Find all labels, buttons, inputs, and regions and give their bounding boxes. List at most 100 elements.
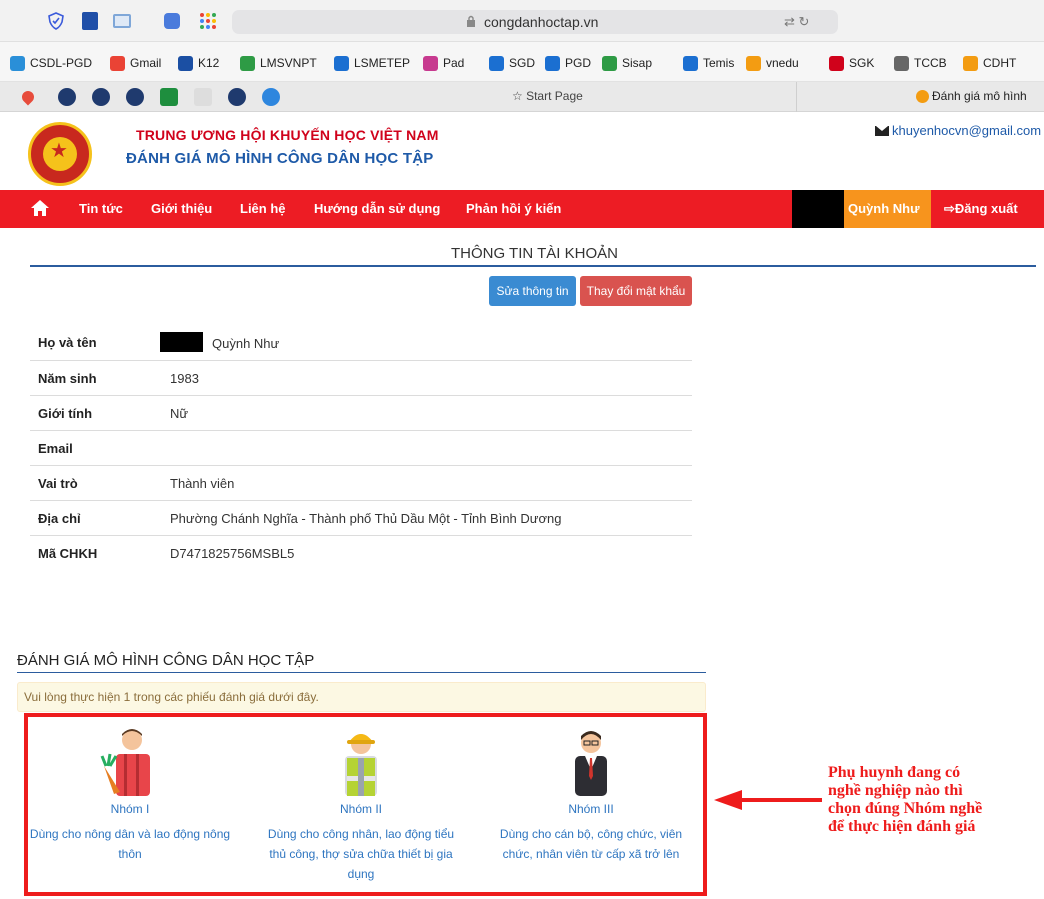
nav-user-account[interactable]: Quỳnh Như (844, 190, 931, 228)
bookmark-item[interactable]: K12 (178, 54, 219, 72)
section-divider (17, 672, 706, 673)
field-value: Nữ (170, 406, 189, 421)
org-name: TRUNG ƯƠNG HỘI KHUYẾN HỌC VIỆT NAM (136, 127, 439, 143)
bookmarks-bar: CSDL-PGD Gmail K12 LMSVNPT LSMETEP Pad SGD PGD S… (0, 42, 1044, 82)
pinned-tab-icon[interactable] (126, 88, 144, 106)
group-description-line: chức, nhân viên từ cấp xã trở lên (502, 847, 680, 861)
bookmark-favicon-icon (110, 55, 125, 71)
table-row: Email (30, 430, 692, 465)
site-logo[interactable]: ★ (28, 122, 92, 186)
home-icon[interactable] (30, 199, 50, 217)
extension-shield-icon[interactable] (160, 9, 184, 33)
bookmark-label: CSDL-PGD (30, 56, 93, 70)
site-favicon-icon (916, 90, 929, 103)
pinned-tab-icon[interactable] (58, 88, 76, 106)
extension-bookmark-icon[interactable] (78, 9, 102, 33)
group-description-line: thôn (118, 847, 142, 861)
bookmark-favicon-icon (894, 55, 909, 71)
group-description-line: thủ công, thợ sửa chữa thiết bị gia (269, 847, 453, 861)
pinned-tab-icon[interactable] (262, 88, 280, 106)
maps-pin-icon[interactable] (19, 88, 37, 106)
field-label: Mã CHKH (38, 546, 98, 561)
nav-item-guide[interactable]: Hướng dẫn sử dụng (314, 201, 440, 216)
bookmark-item[interactable]: TCCB (894, 54, 947, 72)
bookmark-item[interactable]: SGK (829, 54, 874, 72)
table-row: Mã CHKH D7471825756MSBL5 (30, 535, 692, 570)
site-title: ĐÁNH GIÁ MÔ HÌNH CÔNG DÂN HỌC TẬP (126, 150, 434, 167)
translate-reload-icon[interactable]: ⇄ ↻ (784, 14, 809, 30)
group-card-2[interactable]: Nhóm II Dùng cho công nhân, lao động tiể… (246, 726, 476, 884)
bookmark-item[interactable]: Sisap (602, 54, 652, 72)
active-tab-title[interactable]: Đánh giá mô hình (932, 89, 1027, 103)
bookmark-item[interactable]: vnedu (746, 54, 799, 72)
bookmark-label: PGD (565, 56, 592, 70)
privacy-shield-icon[interactable] (44, 9, 68, 33)
group-description-line: Dùng cho cán bộ, công chức, viên (499, 827, 683, 841)
field-value: Phường Chánh Nghĩa - Thành phố Thủ Dầu M… (170, 511, 562, 526)
pinned-tab-icon[interactable] (228, 88, 246, 106)
sheets-tab-icon[interactable] (160, 88, 178, 106)
bookmark-item[interactable]: Gmail (110, 54, 161, 72)
bookmark-item[interactable]: LSMETEP (334, 54, 410, 72)
field-value: D7471825756MSBL5 (170, 546, 295, 561)
notice-alert: Vui lòng thực hiện 1 trong các phiếu đán… (17, 682, 706, 712)
nav-item-news[interactable]: Tin tức (79, 201, 123, 216)
pinned-tab-icon[interactable] (92, 88, 110, 106)
edit-info-button[interactable]: Sửa thông tin (489, 276, 576, 306)
section-divider (30, 265, 1036, 267)
evaluation-section-title: ĐÁNH GIÁ MÔ HÌNH CÔNG DÂN HỌC TẬP (17, 652, 315, 669)
nav-user-name: Quỳnh Như (848, 201, 920, 216)
address-bar[interactable]: congdanhoctap.vn ⇄ ↻ (232, 10, 838, 34)
group-name[interactable]: Nhóm III (476, 802, 706, 816)
field-label: Vai trò (38, 476, 78, 491)
group-description: Dùng cho công nhân, lao động tiểu thủ cô… (246, 824, 476, 884)
annotation-line: để thực hiện đánh giá (828, 818, 976, 835)
contact-email-link[interactable]: khuyenhocvn@gmail.com (875, 123, 1041, 138)
main-nav: Tin tức Giới thiệu Liên hệ Hướng dẫn sử … (0, 190, 1044, 228)
field-value: 1983 (170, 371, 199, 386)
extension-window-icon[interactable] (110, 9, 134, 33)
field-label: Họ và tên (38, 335, 97, 350)
bookmark-item[interactable]: SGD (489, 54, 535, 72)
arrow-left-icon (714, 790, 742, 810)
arrow-shaft (740, 798, 822, 802)
group-name[interactable]: Nhóm I (15, 802, 245, 816)
change-password-button[interactable]: Thay đổi mật khẩu (580, 276, 692, 306)
annotation-line: chọn đúng Nhóm nghề (828, 800, 983, 817)
nav-item-contact[interactable]: Liên hệ (240, 201, 286, 216)
bookmark-label: vnedu (766, 56, 799, 70)
wave-tab-icon[interactable] (194, 88, 212, 106)
contact-email-text: khuyenhocvn@gmail.com (892, 123, 1042, 138)
annotation-line: nghề nghiệp nào thì (828, 782, 963, 799)
apps-grid-icon[interactable] (196, 9, 220, 33)
bookmark-favicon-icon (423, 55, 438, 71)
notice-text: Vui lòng thực hiện 1 trong các phiếu đán… (24, 690, 319, 704)
bookmark-favicon-icon (746, 55, 761, 71)
nav-item-feedback[interactable]: Phản hồi ý kiến (466, 201, 561, 216)
group-name[interactable]: Nhóm II (246, 802, 476, 816)
logout-link[interactable]: ⇨Đăng xuất (944, 201, 1018, 217)
bookmark-item[interactable]: Temis (683, 54, 734, 72)
table-row: Họ và tên Quỳnh Như (30, 325, 692, 360)
bookmark-item[interactable]: CSDL-PGD (10, 54, 92, 72)
bookmark-favicon-icon (240, 55, 255, 71)
tab-bar: ☆ Start Page Đánh giá mô hình (0, 82, 1044, 112)
table-row: Vai trò Thành viên (30, 465, 692, 500)
group-description-line: Dùng cho công nhân, lao động tiểu (267, 827, 455, 841)
bookmark-item[interactable]: LMSVNPT (240, 54, 317, 72)
bookmark-favicon-icon (10, 55, 25, 71)
bookmark-label: Sisap (622, 56, 653, 70)
bookmark-item[interactable]: Pad (423, 54, 464, 72)
bookmark-item[interactable]: CDHT (963, 54, 1016, 72)
bookmark-item[interactable]: PGD (545, 54, 591, 72)
group-card-1[interactable]: Nhóm I Dùng cho nông dân và lao động nôn… (15, 726, 245, 864)
field-value: Quỳnh Như (160, 332, 279, 352)
worker-icon (321, 726, 401, 796)
bookmark-label: CDHT (983, 56, 1017, 70)
group-card-3[interactable]: Nhóm III Dùng cho cán bộ, công chức, viê… (476, 726, 706, 864)
browser-toolbar: congdanhoctap.vn ⇄ ↻ (0, 0, 1044, 42)
start-page-label: Start Page (526, 89, 583, 103)
nav-item-about[interactable]: Giới thiệu (151, 201, 212, 216)
bookmark-favicon-icon (602, 55, 617, 71)
start-page-tab[interactable]: ☆ Start Page (512, 89, 583, 103)
